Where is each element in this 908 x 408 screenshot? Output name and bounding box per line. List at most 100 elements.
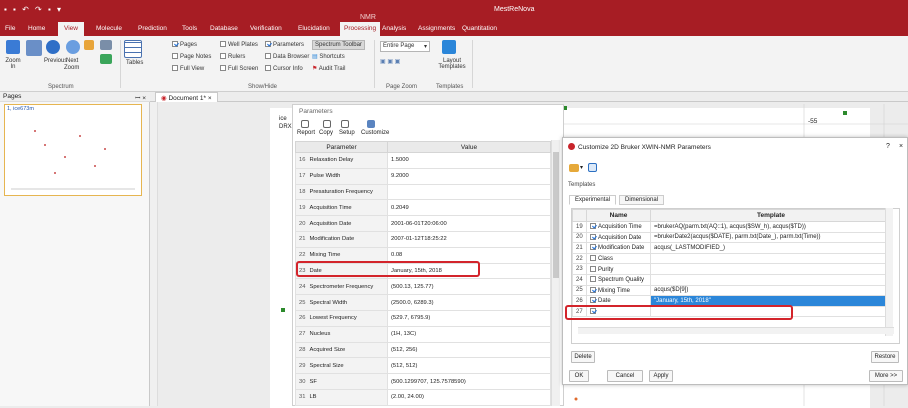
template-hscrollbar[interactable]: [578, 327, 894, 334]
name-cell[interactable]: Class: [586, 252, 651, 265]
name-cell[interactable]: Acquisition Time: [586, 221, 651, 233]
ok-button[interactable]: OK: [569, 370, 589, 382]
tab-assignments[interactable]: Assignments: [418, 25, 455, 32]
parameters-check[interactable]: Parameters: [265, 41, 304, 48]
layout-templates-label[interactable]: Layout Templates: [438, 58, 466, 70]
chevron-down-icon[interactable]: ▾: [580, 164, 583, 171]
template-value[interactable]: [650, 273, 892, 286]
row-checkbox[interactable]: [590, 255, 596, 262]
cursor-info-check[interactable]: Cursor Info: [265, 65, 303, 72]
report-icon[interactable]: [301, 120, 309, 128]
tab-analysis[interactable]: Analysis: [382, 25, 406, 32]
name-cell[interactable]: Spectrum Quality: [586, 273, 651, 286]
table-row[interactable]: 24 Spectrometer Frequency (500.13, 125.77): [295, 278, 551, 296]
next-icon[interactable]: [66, 40, 80, 54]
document-tab[interactable]: ◉ Document 1* ×: [155, 92, 218, 102]
parameter-value[interactable]: (512, 512): [387, 357, 551, 375]
row-checkbox[interactable]: [590, 276, 596, 283]
name-cell[interactable]: Modification Date: [586, 242, 651, 254]
previous-icon[interactable]: [46, 40, 60, 54]
value-column-header[interactable]: Value: [387, 141, 551, 153]
tab-molecule[interactable]: Molecule: [96, 25, 122, 32]
template-column-header[interactable]: Template: [650, 209, 892, 222]
parameter-value[interactable]: 2001-06-01T20:06:00: [387, 215, 551, 232]
table-row[interactable]: 22 Class: [572, 252, 892, 265]
copy-icon[interactable]: [323, 120, 331, 128]
table-row[interactable]: 31 LB (2.00, 24.00): [295, 388, 551, 406]
zoom-label[interactable]: Zoom: [64, 65, 79, 71]
table-row[interactable]: 26 Lowest Frequency (529.7, 6795.9): [295, 309, 551, 327]
layout-icon[interactable]: [100, 54, 112, 64]
table-row[interactable]: 18 Presaturation Frequency: [295, 183, 551, 201]
table-row[interactable]: 24 Spectrum Quality: [572, 273, 892, 286]
row-checkbox[interactable]: [590, 265, 596, 272]
pin-close-icon[interactable]: ꟷ ×: [135, 93, 146, 102]
audit-trail-button[interactable]: ⚑ Audit Trail: [312, 65, 345, 72]
parameter-value[interactable]: [387, 183, 551, 201]
grid-icon[interactable]: [100, 40, 112, 50]
parameter-value[interactable]: (512, 256): [387, 341, 551, 359]
parameter-value[interactable]: (2.00, 24.00): [387, 388, 551, 406]
table-row[interactable]: 21 Modification Date 2007-01-12T18:25:22: [295, 230, 551, 248]
page-zoom-select[interactable]: Entire Page ▾: [380, 41, 430, 52]
name-cell[interactable]: Mixing Time: [586, 284, 651, 297]
table-row[interactable]: 16 Relaxation Delay 1.5000: [295, 152, 551, 169]
tables-icon[interactable]: [124, 40, 142, 58]
name-cell[interactable]: Purity: [586, 263, 651, 275]
full-view-check[interactable]: Full View: [172, 65, 204, 72]
tab-tools[interactable]: Tools: [182, 25, 197, 32]
row-checkbox[interactable]: [590, 223, 596, 230]
table-row[interactable]: 30 SF (500.1299707, 125.7578590): [295, 373, 551, 390]
table-row[interactable]: 29 Spectral Size (512, 512): [295, 357, 551, 375]
page-thumbnail[interactable]: 1, ice673m: [4, 104, 142, 196]
customize-icon[interactable]: [367, 120, 375, 128]
save-icon[interactable]: [588, 163, 597, 172]
tab-view[interactable]: View: [58, 22, 84, 37]
template-value[interactable]: acqus($D[9]): [650, 284, 892, 297]
table-row[interactable]: 17 Pulse Width 9.2000: [295, 167, 551, 185]
report-button[interactable]: Report: [297, 130, 315, 136]
parameter-value[interactable]: 0.2049: [387, 199, 551, 217]
next-label[interactable]: Next: [66, 58, 78, 64]
table-row[interactable]: 23 Purity: [572, 263, 892, 275]
tab-dimensional[interactable]: Dimensional: [619, 195, 665, 205]
parameter-value[interactable]: (1H, 13C): [387, 325, 551, 343]
tab-prediction[interactable]: Prediction: [138, 25, 167, 32]
full-screen-check[interactable]: Full Screen: [220, 65, 258, 72]
quick-access-toolbar[interactable]: ▪ ▪ ↶ ↷ ▪ ▾: [4, 5, 63, 14]
parameter-value[interactable]: 9.2000: [387, 167, 551, 185]
setup-icon[interactable]: [341, 120, 349, 128]
data-browser-check[interactable]: Data Browser: [265, 53, 309, 60]
table-row[interactable]: 19 Acquisition Time =brukerAQ(parm.txt(AQ:…: [572, 221, 892, 233]
folder-icon[interactable]: [569, 164, 579, 172]
delete-button[interactable]: Delete: [571, 351, 595, 363]
parameter-value[interactable]: 2007-01-12T18:25:22: [387, 230, 551, 248]
template-value[interactable]: acqus(_LASTMODIFIED_): [650, 242, 892, 254]
table-row[interactable]: 25 Spectral Width (2500.0, 6289.3): [295, 294, 551, 311]
tab-home[interactable]: Home: [28, 25, 45, 32]
page-notes-check[interactable]: Page Notes: [172, 53, 211, 60]
parameter-column-header[interactable]: Parameter: [295, 141, 388, 153]
template-value[interactable]: =brukerDate2(acqus($DATE), parm.txt(Date…: [650, 231, 892, 244]
template-value[interactable]: [650, 252, 892, 265]
tab-elucidation[interactable]: Elucidation: [298, 25, 330, 32]
layout-templates-icon[interactable]: [442, 40, 456, 54]
zoom-out-icon[interactable]: [26, 40, 42, 56]
close-button[interactable]: ×: [899, 143, 903, 150]
tab-experimental[interactable]: Experimental: [569, 195, 617, 205]
template-scrollbar[interactable]: [885, 208, 893, 336]
table-row[interactable]: 28 Acquired Size (512, 256): [295, 341, 551, 359]
row-checkbox[interactable]: [590, 233, 596, 240]
pages-check[interactable]: Pages: [172, 41, 197, 48]
name-column-header[interactable]: Name: [586, 209, 651, 222]
more-button[interactable]: More >>: [869, 370, 903, 382]
tab-file[interactable]: File: [5, 25, 15, 32]
tab-database[interactable]: Database: [210, 25, 238, 32]
setup-button[interactable]: Setup: [339, 130, 355, 136]
shortcuts-button[interactable]: ▤ Shortcuts: [312, 53, 345, 60]
pages-scrollbar[interactable]: [150, 102, 158, 406]
apply-button[interactable]: Apply: [649, 370, 673, 382]
zoom-in-icon[interactable]: [6, 40, 20, 54]
rulers-check[interactable]: Rulers: [220, 53, 245, 60]
name-cell[interactable]: Acquisition Date: [586, 231, 651, 244]
